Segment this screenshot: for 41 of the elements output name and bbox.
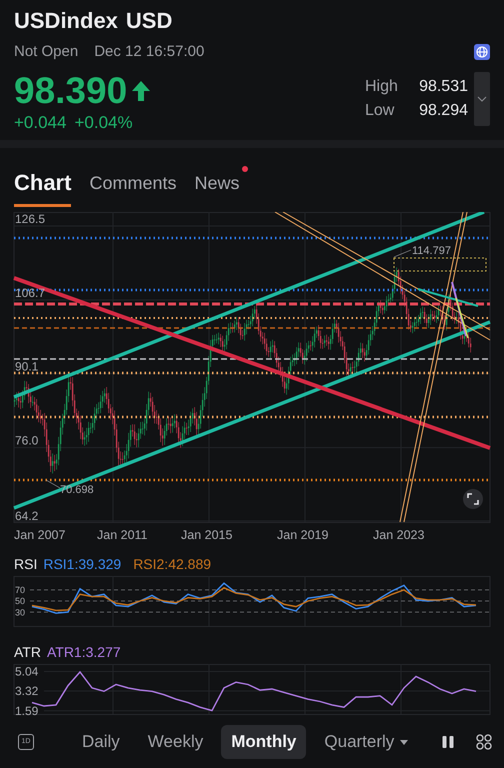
atr-axis-label: 1.59 <box>15 704 38 718</box>
stat-value: 98.531 <box>418 77 468 97</box>
price-value: 98.390 <box>14 70 128 112</box>
date-axis-label: Jan 2019 <box>277 528 328 540</box>
price-change: +0.044 <box>14 112 66 134</box>
indicator-reading: RSI2:42.889 <box>133 555 212 574</box>
market-status: Not Open <box>14 42 78 62</box>
period-tab[interactable]: Quarterly <box>314 725 418 759</box>
period-tab[interactable]: Daily <box>72 725 130 759</box>
symbol-name: USDindex <box>14 7 118 35</box>
stat-label: Low <box>365 101 396 121</box>
period-tab[interactable]: Weekly <box>138 725 214 759</box>
price-axis-label: 126.5 <box>15 212 46 226</box>
stat-value: 98.294 <box>418 101 468 121</box>
stat-label: High <box>365 77 399 97</box>
date-axis-label: Jan 2023 <box>373 528 424 540</box>
date-axis-label: Jan 2007 <box>14 528 66 540</box>
atr-axis-label: 5.04 <box>15 664 38 679</box>
period-tab[interactable]: Monthly <box>221 725 306 759</box>
price-axis-label: 106.7 <box>15 286 46 300</box>
price-axis-label: 64.2 <box>15 509 38 523</box>
date-axis-label: Jan 2015 <box>181 528 232 540</box>
price-label: 114.797 <box>412 245 451 257</box>
rsi-axis-label: 30 <box>15 607 26 618</box>
tab[interactable]: News <box>194 168 240 204</box>
price-axis-label: 76.0 <box>15 434 38 448</box>
price-label: 70.698 <box>60 484 94 496</box>
price-axis-label: 90.1 <box>15 360 38 374</box>
indicator-reading: ATR1:3.277 <box>46 643 121 662</box>
currency-label: USD <box>126 7 172 35</box>
rsi-axis-label: 50 <box>15 596 26 606</box>
date-axis-label: Jan 2011 <box>97 528 148 540</box>
rsi-axis-label: 70 <box>15 585 26 596</box>
indicator-name: RSI <box>14 555 38 574</box>
indicator-reading: RSI1:39.329 <box>43 555 122 574</box>
atr-axis-label: 3.32 <box>15 684 38 698</box>
tab[interactable]: Comments <box>89 168 176 204</box>
timestamp: Dec 12 16:57:00 <box>94 42 204 62</box>
indicator-name: ATR <box>14 643 41 662</box>
tab[interactable]: Chart <box>14 168 72 207</box>
percent-change: +0.04% <box>74 112 133 134</box>
